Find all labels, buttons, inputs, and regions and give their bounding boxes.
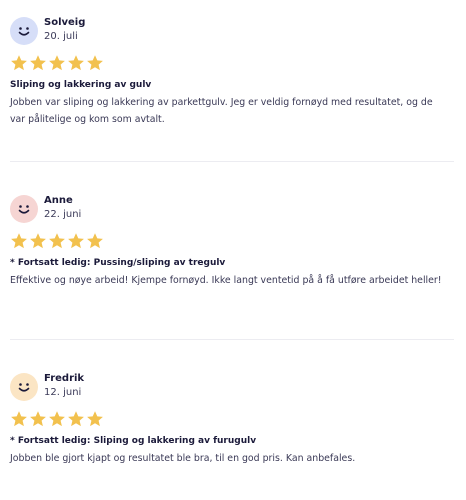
- review-title: Sliping og lakkering av gulv: [10, 80, 152, 90]
- review-date: 22. juni: [44, 209, 82, 220]
- avatar: [10, 17, 38, 45]
- review-item: Solveig 20. juli Sliping og lakkering av…: [10, 17, 456, 128]
- smiley-face-icon: [18, 27, 30, 36]
- reviewer: Fredrik 12. juni: [10, 373, 456, 401]
- star-icon: [86, 410, 104, 428]
- star-icon: [29, 410, 47, 428]
- divider: [10, 339, 454, 340]
- star-rating: [10, 54, 456, 72]
- review-text: Effektive og nøye arbeid! Kjempe fornøyd…: [10, 275, 442, 286]
- star-icon: [10, 54, 28, 72]
- review-title: * Fortsatt ledig: Sliping og lakkering a…: [10, 436, 257, 446]
- star-icon: [86, 232, 104, 250]
- reviewer: Anne 22. juni: [10, 195, 456, 223]
- review-title: * Fortsatt ledig: Pussing/sliping av tre…: [10, 258, 226, 268]
- reviewer-name: Solveig: [44, 17, 86, 28]
- star-icon: [48, 54, 66, 72]
- star-icon: [29, 232, 47, 250]
- reviewer-name: Anne: [44, 195, 73, 206]
- star-rating: [10, 410, 456, 428]
- smiley-face-icon: [18, 205, 30, 214]
- review-text: Jobben ble gjort kjapt og resultatet ble…: [10, 453, 356, 464]
- review-date: 12. juni: [44, 387, 82, 398]
- star-icon: [86, 54, 104, 72]
- review-date: 20. juli: [44, 31, 78, 42]
- star-icon: [48, 410, 66, 428]
- reviewer: Solveig 20. juli: [10, 17, 456, 45]
- avatar: [10, 373, 38, 401]
- star-rating: [10, 232, 456, 250]
- reviewer-name: Fredrik: [44, 373, 85, 384]
- star-icon: [29, 54, 47, 72]
- divider: [10, 161, 454, 162]
- review-text: Jobben var sliping og lakkering av parke…: [10, 97, 433, 125]
- avatar: [10, 195, 38, 223]
- review-item: Fredrik 12. juni * Fortsatt ledig: Slipi…: [10, 373, 456, 467]
- star-icon: [48, 232, 66, 250]
- reviews-list: Solveig 20. juli Sliping og lakkering av…: [0, 0, 466, 500]
- star-icon: [10, 232, 28, 250]
- star-icon: [67, 410, 85, 428]
- smiley-face-icon: [18, 383, 30, 392]
- review-item: Anne 22. juni * Fortsatt ledig: Pussing/…: [10, 195, 456, 289]
- star-icon: [67, 54, 85, 72]
- star-icon: [10, 410, 28, 428]
- star-icon: [67, 232, 85, 250]
